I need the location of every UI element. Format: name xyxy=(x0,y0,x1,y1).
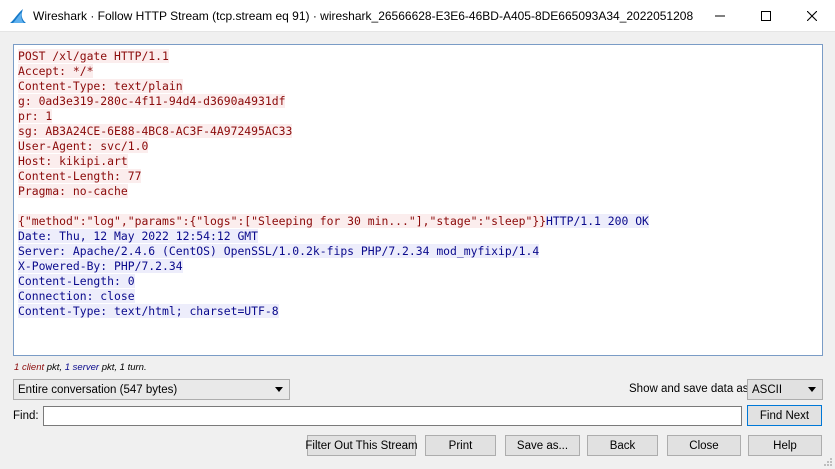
maximize-button[interactable] xyxy=(743,0,789,32)
title-bar: Wireshark · Follow HTTP Stream (tcp.stre… xyxy=(0,0,835,32)
client-body: {"method":"log","params":{"logs":["Sleep… xyxy=(18,214,547,228)
find-label: Find: xyxy=(13,410,39,422)
back-button[interactable]: Back xyxy=(587,435,658,456)
conversation-select-value: Entire conversation (547 bytes) xyxy=(18,383,178,396)
server-line: X-Powered-By: PHP/7.2.34 xyxy=(18,259,183,273)
close-window-button[interactable] xyxy=(789,0,835,32)
maximize-icon xyxy=(761,11,771,21)
client-pkt-count: 1 xyxy=(14,362,20,373)
print-button[interactable]: Print xyxy=(425,435,496,456)
server-line: Date: Thu, 12 May 2022 12:54:12 GMT xyxy=(18,229,259,243)
server-pkt-count: 1 xyxy=(64,362,71,373)
window-title: Wireshark · Follow HTTP Stream (tcp.stre… xyxy=(33,9,693,23)
server-status-line: HTTP/1.1 200 OK xyxy=(546,214,649,228)
server-line: Connection: close xyxy=(18,289,135,303)
summary-tail: pkt, 1 turn. xyxy=(99,362,147,373)
resize-grip-icon[interactable] xyxy=(823,457,833,467)
data-format-select[interactable]: ASCII xyxy=(747,379,823,400)
chevron-down-icon xyxy=(808,387,816,392)
conversation-select[interactable]: Entire conversation (547 bytes) xyxy=(13,379,290,400)
pkt-separator: pkt, xyxy=(44,362,65,373)
stream-text-view[interactable]: POST /xl/gate HTTP/1.1 Accept: */* Conte… xyxy=(13,44,823,356)
client-line: g: 0ad3e319-280c-4f11-94d4-d3690a4931df xyxy=(18,94,286,108)
close-icon xyxy=(807,11,817,21)
save-as-button[interactable]: Save as... xyxy=(505,435,580,456)
find-next-button[interactable]: Find Next xyxy=(747,405,822,426)
server-line: Server: Apache/2.4.6 (CentOS) OpenSSL/1.… xyxy=(18,244,540,258)
client-line: Content-Type: text/plain xyxy=(18,79,183,93)
client-line: sg: AB3A24CE-6E88-4BC8-AC3F-4A972495AC33 xyxy=(18,124,293,138)
data-format-value: ASCII xyxy=(752,383,783,396)
minimize-icon xyxy=(715,15,725,17)
client-word: client xyxy=(21,362,45,373)
client-line: pr: 1 xyxy=(18,109,53,123)
client-line: POST /xl/gate HTTP/1.1 xyxy=(18,49,169,63)
client-line: Host: kikipi.art xyxy=(18,154,128,168)
help-button[interactable]: Help xyxy=(748,435,822,456)
chevron-down-icon xyxy=(275,387,283,392)
client-line: User-Agent: svc/1.0 xyxy=(18,139,149,153)
filter-out-stream-button[interactable]: Filter Out This Stream xyxy=(305,435,418,456)
close-button[interactable]: Close xyxy=(667,435,741,456)
find-input[interactable] xyxy=(43,406,742,426)
client-line: Pragma: no-cache xyxy=(18,184,128,198)
minimize-button[interactable] xyxy=(697,0,743,32)
client-line: Content-Length: 77 xyxy=(18,169,142,183)
server-line: Content-Type: text/html; charset=UTF-8 xyxy=(18,304,279,318)
show-save-label: Show and save data as xyxy=(629,383,749,395)
server-line: Content-Length: 0 xyxy=(18,274,135,288)
wireshark-fin-icon xyxy=(10,9,26,23)
stream-summary: 1 client pkt, 1 server pkt, 1 turn. xyxy=(14,362,147,373)
stream-content: POST /xl/gate HTTP/1.1 Accept: */* Conte… xyxy=(18,49,818,319)
client-line: Accept: */* xyxy=(18,64,94,78)
server-word: server xyxy=(72,362,100,373)
